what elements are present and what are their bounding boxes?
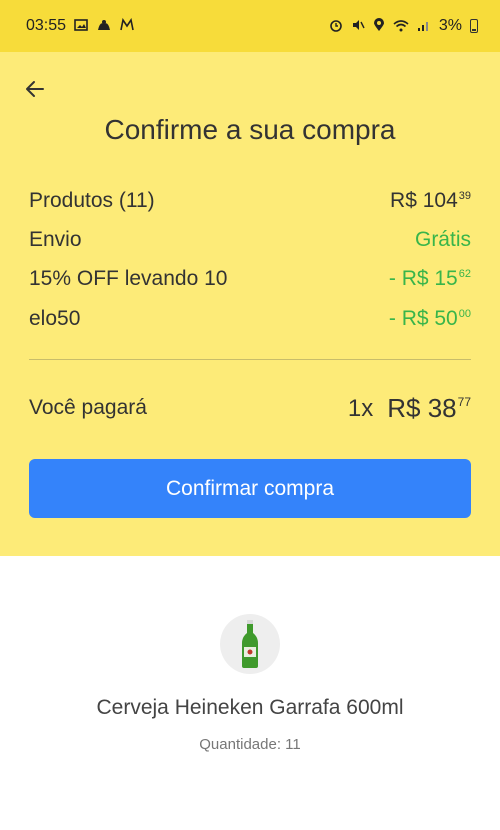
status-right: 3% <box>329 17 478 35</box>
total-value: 1x R$ 38 77 <box>348 393 471 424</box>
product-name: Cerveja Heineken Garrafa 600ml <box>96 696 404 719</box>
total-label: Você pagará <box>29 396 147 419</box>
summary-value: - R$ 50 00 <box>389 307 471 331</box>
page-title: Confirme a sua compra <box>104 114 396 145</box>
image-icon <box>74 19 88 33</box>
summary-value: - R$ 15 62 <box>389 267 471 291</box>
checkout-header: Confirme a sua compra Produtos (11) R$ 1… <box>0 52 500 556</box>
status-bar: 03:55 3% <box>0 0 500 52</box>
confirm-purchase-button[interactable]: Confirmar compra <box>29 459 471 518</box>
summary-value: R$ 104 39 <box>390 189 471 213</box>
product-quantity: Quantidade: 11 <box>199 736 301 753</box>
beer-bottle-icon <box>242 620 258 668</box>
summary-label: Produtos (11) <box>29 189 155 212</box>
wifi-icon <box>393 19 409 34</box>
price-cents: 62 <box>458 268 471 280</box>
battery-icon <box>470 19 478 33</box>
summary-row-coupon: elo50 - R$ 50 00 <box>29 304 471 334</box>
back-button[interactable] <box>20 74 50 104</box>
summary-value: Grátis <box>415 228 471 252</box>
price-main: - R$ 15 <box>388 267 458 290</box>
price-main: R$ 104 <box>390 189 458 212</box>
alarm-icon <box>329 18 343 34</box>
signal-icon <box>417 19 431 34</box>
total-quantity: 1x <box>347 394 374 422</box>
price-main: - R$ 50 <box>388 307 458 330</box>
total-cents: 77 <box>457 394 471 409</box>
app-icon <box>96 18 112 34</box>
price-cents: 39 <box>458 190 471 202</box>
arrow-left-icon <box>26 81 44 97</box>
price-cents: 00 <box>458 308 471 320</box>
total-price: R$ 38 <box>387 392 457 423</box>
summary-label: 15% OFF levando 10 <box>29 267 228 290</box>
status-left: 03:55 <box>26 17 134 35</box>
summary-label: Envio <box>29 228 82 251</box>
location-icon <box>373 18 385 34</box>
summary-row-discount: 15% OFF levando 10 - R$ 15 62 <box>29 264 471 294</box>
summary-divider <box>29 359 471 360</box>
summary-row-products: Produtos (11) R$ 104 39 <box>29 186 471 216</box>
product-section: Cerveja Heineken Garrafa 600ml Quantidad… <box>0 556 500 830</box>
price-main: Grátis <box>414 228 471 251</box>
product-thumbnail <box>220 614 280 674</box>
summary-row-shipping: Envio Grátis <box>29 225 471 255</box>
summary-label: elo50 <box>29 307 81 330</box>
status-time: 03:55 <box>26 17 67 34</box>
battery-percentage: 3% <box>438 17 462 34</box>
mute-icon <box>351 18 365 34</box>
gmail-icon <box>120 17 134 34</box>
total-row: Você pagará 1x R$ 38 77 <box>29 390 471 426</box>
